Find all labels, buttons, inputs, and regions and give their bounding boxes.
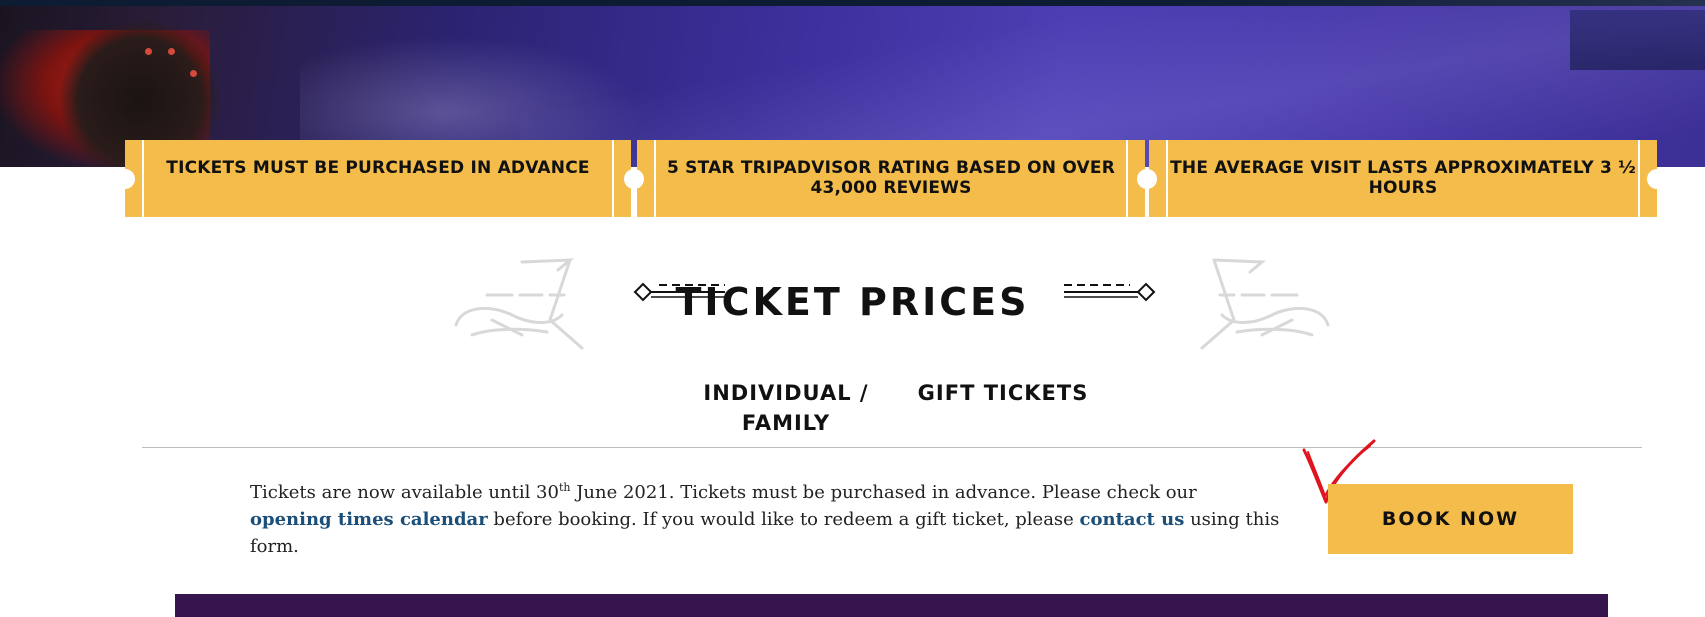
info-text: June 2021. Tickets must be purchased in … [570,482,1197,503]
opening-times-link[interactable]: opening times calendar [250,509,488,530]
ticket-card-text: TICKETS MUST BE PURCHASED IN ADVANCE [166,158,590,178]
tab-label-line: GIFT TICKETS [917,381,1089,405]
ticket-notch [1647,169,1667,189]
tab-label-line: FAMILY [741,411,831,435]
section-header: TICKET PRICES [0,250,1705,360]
ticket-banner: TICKETS MUST BE PURCHASED IN ADVANCE 5 S… [115,140,1667,217]
ticket-card-text: 5 STAR TRIPADVISOR RATING BASED ON OVER … [667,158,1115,198]
ticket-info-text: Tickets are now available until 30th Jun… [250,479,1280,560]
book-now-button[interactable]: BOOK NOW [1328,484,1573,554]
info-superscript: th [558,481,571,494]
tab-label-line: INDIVIDUAL / [703,381,869,405]
title-rule-right-icon [1064,282,1156,302]
ticket-card-text: THE AVERAGE VISIT LASTS APPROXIMATELY 3 … [1170,158,1636,198]
rivet [168,48,175,55]
art-deco-flourish-icon [1200,258,1330,350]
pricing-panel-header [175,594,1608,617]
tab-divider [142,447,1642,448]
contact-us-link[interactable]: contact us [1080,509,1185,530]
ticket-card: 5 STAR TRIPADVISOR RATING BASED ON OVER … [656,140,1126,217]
ticket-notch [624,169,644,189]
ticket-notch [115,169,135,189]
page-title: TICKET PRICES [675,280,1030,324]
info-text: Tickets are now available until 30 [250,482,559,503]
ticket-card: THE AVERAGE VISIT LASTS APPROXIMATELY 3 … [1168,140,1638,217]
info-text: before booking. If you would like to red… [487,509,1080,530]
rivet [145,48,152,55]
ticket-notch [1137,169,1157,189]
ticket-card: TICKETS MUST BE PURCHASED IN ADVANCE [144,140,612,217]
tab-individual-family[interactable]: INDIVIDUAL / FAMILY [695,378,877,438]
platform-cart [1570,10,1705,70]
rivet [190,70,197,77]
tab-gift-tickets[interactable]: GIFT TICKETS [913,378,1093,408]
